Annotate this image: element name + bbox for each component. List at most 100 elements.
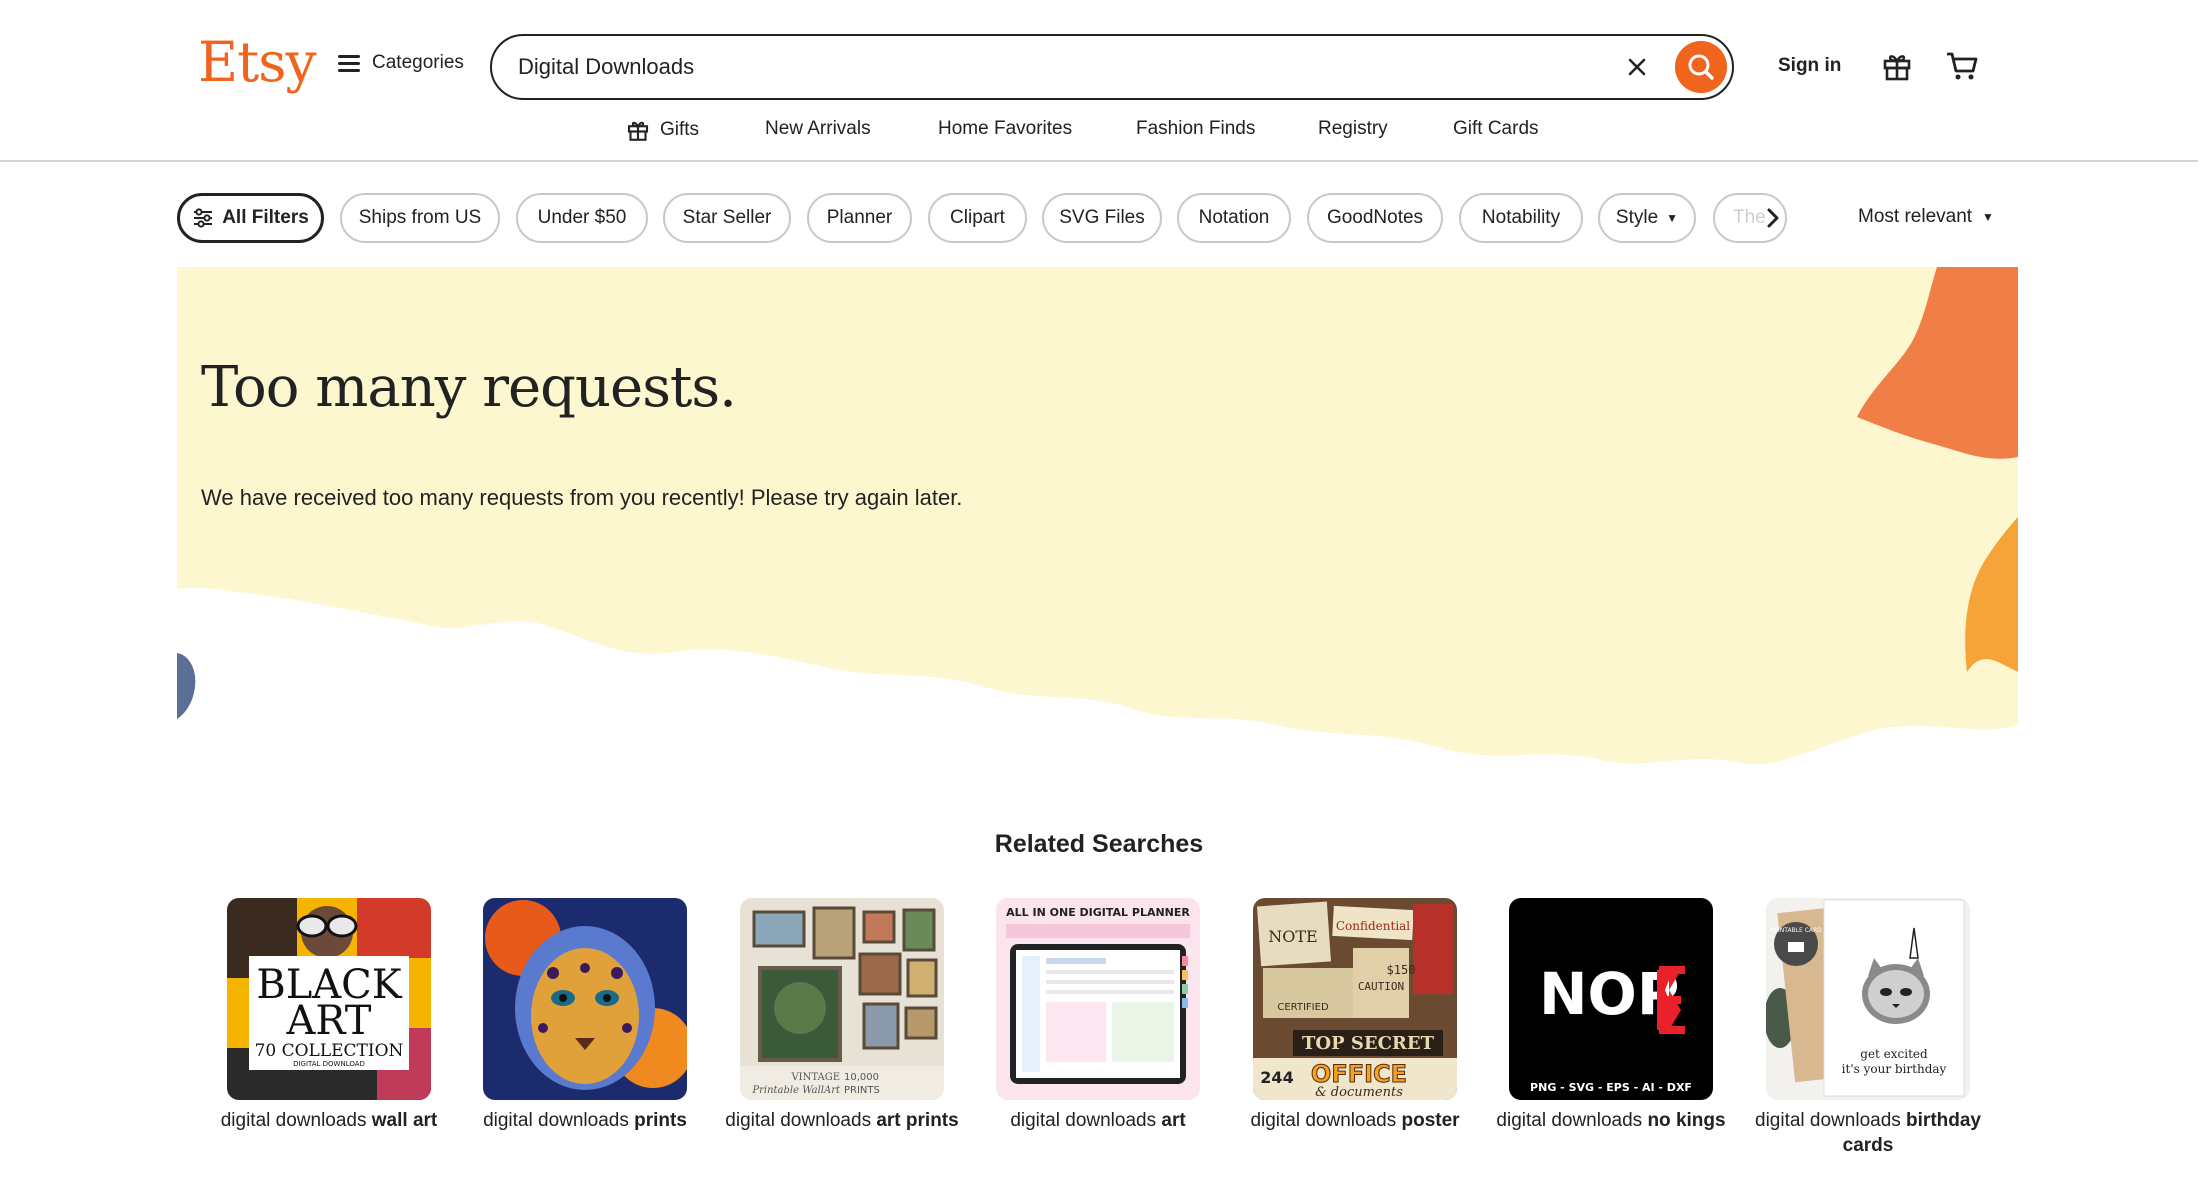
chip-label: Ships from US xyxy=(358,207,482,228)
chip-clipart[interactable]: Clipart xyxy=(928,193,1027,243)
caption-keyword: prints xyxy=(634,1110,687,1131)
svg-text:PNG - SVG - EPS - AI - DXF: PNG - SVG - EPS - AI - DXF xyxy=(1530,1081,1692,1094)
black-art-collection-image: BLACK ART 70 COLLECTION DIGITAL DOWNLOAD xyxy=(227,898,431,1100)
related-card-art-prints[interactable]: VINTAGE 10,000 Printable WallArt PRINTS … xyxy=(725,898,959,1133)
svg-text:244: 244 xyxy=(1260,1068,1293,1087)
svg-text:Printable WallArt: Printable WallArt xyxy=(751,1085,841,1096)
search-icon[interactable] xyxy=(1675,41,1727,93)
caption-keyword: poster xyxy=(1401,1110,1460,1131)
caption-prefix: digital downloads xyxy=(220,1110,367,1131)
office-documents-image: NOTE Confidential CERTIFIED CAUTION $150… xyxy=(1253,898,1457,1100)
related-thumbnail: VINTAGE 10,000 Printable WallArt PRINTS xyxy=(740,898,944,1100)
svg-text:DIGITAL DOWNLOAD: DIGITAL DOWNLOAD xyxy=(293,1060,365,1068)
chip-star-seller[interactable]: Star Seller xyxy=(663,193,791,243)
chip-label: Notability xyxy=(1481,207,1561,228)
related-thumbnail xyxy=(483,898,687,1100)
svg-text:CAUTION: CAUTION xyxy=(1358,980,1404,993)
chip-label: The xyxy=(1733,207,1766,228)
svg-text:get excited: get excited xyxy=(1860,1047,1928,1061)
etsy-logo[interactable]: Etsy xyxy=(198,30,317,94)
chip-label: Planner xyxy=(826,207,893,228)
nav-home-favorites[interactable]: Home Favorites xyxy=(938,118,1072,140)
search-bar xyxy=(490,34,1734,100)
psychedelic-leopard-image xyxy=(483,898,687,1100)
search-input[interactable] xyxy=(518,48,1568,86)
related-card-art[interactable]: ALL IN ONE DIGITAL PLANNER digital downl… xyxy=(996,898,1200,1133)
error-message: We have received too many requests from … xyxy=(201,485,963,510)
svg-text:it's your birthday: it's your birthday xyxy=(1842,1062,1947,1076)
related-card-wall-art[interactable]: BLACK ART 70 COLLECTION DIGITAL DOWNLOAD… xyxy=(221,898,437,1133)
chip-style-dropdown[interactable]: Style ▼ xyxy=(1598,193,1696,243)
caret-down-icon: ▼ xyxy=(1982,210,1994,224)
related-caption: digital downloads wall art xyxy=(209,1108,449,1133)
related-caption: digital downloads prints xyxy=(465,1108,705,1133)
chip-under-50[interactable]: Under $50 xyxy=(516,193,648,243)
sort-dropdown[interactable]: Most relevant ▼ xyxy=(1858,206,1994,228)
related-card-poster[interactable]: NOTE Confidential CERTIFIED CAUTION $150… xyxy=(1250,898,1460,1133)
chevron-right-icon[interactable] xyxy=(1762,204,1784,232)
svg-text:OFFICE: OFFICE xyxy=(1311,1060,1407,1088)
chip-goodnotes[interactable]: GoodNotes xyxy=(1307,193,1443,243)
svg-text:Confidential: Confidential xyxy=(1336,919,1410,933)
related-card-prints[interactable]: digital downloads prints xyxy=(483,898,687,1133)
caret-down-icon: ▼ xyxy=(1666,211,1679,225)
svg-text:TOP SECRET: TOP SECRET xyxy=(1302,1033,1435,1054)
nav-fashion-finds[interactable]: Fashion Finds xyxy=(1136,118,1255,140)
related-caption: digital downloads no kings xyxy=(1491,1108,1731,1133)
digital-planner-image: ALL IN ONE DIGITAL PLANNER xyxy=(996,898,1200,1100)
chip-label: Under $50 xyxy=(537,207,627,228)
chip-label: Star Seller xyxy=(682,207,772,228)
related-caption: digital downloads art prints xyxy=(722,1108,962,1133)
chip-label: Style xyxy=(1615,207,1659,228)
related-card-no-kings[interactable]: NOP PNG - SVG - EPS - AI - DXF digital d… xyxy=(1496,898,1726,1133)
chip-planner[interactable]: Planner xyxy=(807,193,912,243)
chip-notability[interactable]: Notability xyxy=(1459,193,1583,243)
chip-label: SVG Files xyxy=(1059,207,1145,228)
chip-svg-files[interactable]: SVG Files xyxy=(1042,193,1162,243)
svg-text:& documents: & documents xyxy=(1315,1085,1403,1100)
gift-icon xyxy=(627,121,649,141)
svg-text:ART: ART xyxy=(286,998,372,1044)
related-thumbnail: NOTE Confidential CERTIFIED CAUTION $150… xyxy=(1253,898,1457,1100)
nav-gifts[interactable]: Gifts xyxy=(626,118,699,142)
chip-notation[interactable]: Notation xyxy=(1177,193,1291,243)
svg-text:70 COLLECTION: 70 COLLECTION xyxy=(255,1041,404,1061)
cat-birthday-card-image: PRINTABLE CARD get excited it's your bir… xyxy=(1766,898,1970,1100)
sign-in-link[interactable]: Sign in xyxy=(1778,55,1841,77)
nav-label: Fashion Finds xyxy=(1136,118,1256,139)
caption-prefix: digital downloads xyxy=(1755,1110,1901,1131)
sort-label: Most relevant xyxy=(1858,206,1973,227)
related-caption: digital downloads birthday cards xyxy=(1748,1108,1988,1158)
caption-prefix: digital downloads xyxy=(1496,1110,1643,1131)
chip-label: Notation xyxy=(1198,207,1270,228)
svg-text:CERTIFIED: CERTIFIED xyxy=(1277,1002,1329,1013)
caption-prefix: digital downloads xyxy=(725,1110,872,1131)
related-searches-title: Related Searches xyxy=(994,830,1204,858)
svg-text:ALL IN ONE DIGITAL PLANNER: ALL IN ONE DIGITAL PLANNER xyxy=(1006,906,1190,919)
related-thumbnail: NOP PNG - SVG - EPS - AI - DXF xyxy=(1509,898,1713,1100)
categories-button[interactable]: Categories xyxy=(338,52,464,74)
all-filters-button[interactable]: All Filters xyxy=(177,193,324,243)
caption-keyword: art prints xyxy=(876,1110,959,1131)
related-thumbnail: ALL IN ONE DIGITAL PLANNER xyxy=(996,898,1200,1100)
close-icon[interactable] xyxy=(1622,52,1652,82)
error-title: Too many requests. xyxy=(201,355,737,420)
chip-ships-from-us[interactable]: Ships from US xyxy=(340,193,500,243)
nav-label: New Arrivals xyxy=(765,118,871,139)
svg-text:$150: $150 xyxy=(1387,963,1416,977)
nav-gift-cards[interactable]: Gift Cards xyxy=(1453,118,1539,140)
related-caption: digital downloads art xyxy=(978,1108,1218,1133)
chip-label: GoodNotes xyxy=(1326,207,1424,228)
svg-text:PRINTABLE CARD: PRINTABLE CARD xyxy=(1770,927,1822,934)
caption-keyword: art xyxy=(1161,1110,1186,1131)
chip-label: Clipart xyxy=(950,207,1005,228)
nav-registry[interactable]: Registry xyxy=(1318,118,1388,140)
cart-icon[interactable] xyxy=(1945,50,1979,82)
nav-new-arrivals[interactable]: New Arrivals xyxy=(765,118,871,140)
related-card-birthday-cards[interactable]: PRINTABLE CARD get excited it's your bir… xyxy=(1755,898,1981,1158)
related-thumbnail: BLACK ART 70 COLLECTION DIGITAL DOWNLOAD xyxy=(227,898,431,1100)
nav-label: Gift Cards xyxy=(1453,118,1539,139)
secondary-nav: Gifts New Arrivals Home Favorites Fashio… xyxy=(0,118,2198,152)
gift-icon[interactable] xyxy=(1881,50,1913,82)
header: Etsy Categories Sign in xyxy=(0,0,2198,162)
